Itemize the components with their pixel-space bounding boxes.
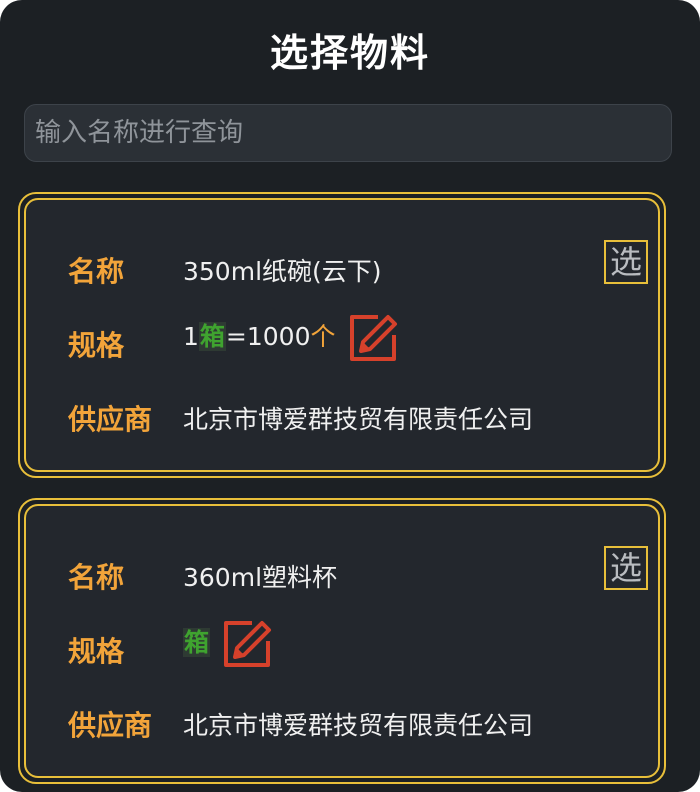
spec-prefix: 1 xyxy=(183,322,199,351)
name-label: 名称 xyxy=(68,255,125,288)
select-button[interactable]: 选 xyxy=(604,240,648,284)
material-name: 360ml塑料杯 xyxy=(183,563,338,592)
material-spec: 箱 xyxy=(183,618,272,668)
material-supplier: 北京市博爱群技贸有限责任公司 xyxy=(183,711,534,740)
spec-label: 规格 xyxy=(68,329,125,362)
page-title: 选择物料 xyxy=(269,31,430,75)
material-card-inner: 名称 350ml纸碗(云下) 选 规格 1箱=1000个 供应商 北京市博爱群技… xyxy=(24,198,660,472)
search-input[interactable] xyxy=(24,104,672,162)
material-card[interactable]: 名称 360ml塑料杯 选 规格 箱 供应商 北京市博爱群技贸有限责任公司 xyxy=(18,498,666,784)
spec-equation: =1000 xyxy=(225,322,311,351)
select-button[interactable]: 选 xyxy=(604,546,648,590)
spec-label: 规格 xyxy=(68,635,125,668)
material-name: 350ml纸碗(云下) xyxy=(183,257,382,286)
supplier-label: 供应商 xyxy=(68,709,153,742)
supplier-label: 供应商 xyxy=(68,403,153,436)
spec-unit: 箱 xyxy=(198,322,226,351)
edit-square-icon[interactable] xyxy=(222,619,272,669)
material-supplier: 北京市博爱群技贸有限责任公司 xyxy=(183,405,534,434)
material-spec: 1箱=1000个 xyxy=(183,312,398,362)
spec-unit: 箱 xyxy=(183,628,211,657)
edit-square-icon[interactable] xyxy=(348,313,398,363)
spec-count-unit: 个 xyxy=(310,322,336,351)
material-picker-panel: 选择物料 名称 350ml纸碗(云下) 选 规格 1箱=1000个 供应商 北京… xyxy=(0,0,700,792)
name-label: 名称 xyxy=(68,561,125,594)
material-card[interactable]: 名称 350ml纸碗(云下) 选 规格 1箱=1000个 供应商 北京市博爱群技… xyxy=(18,192,666,478)
material-card-inner: 名称 360ml塑料杯 选 规格 箱 供应商 北京市博爱群技贸有限责任公司 xyxy=(24,504,660,778)
